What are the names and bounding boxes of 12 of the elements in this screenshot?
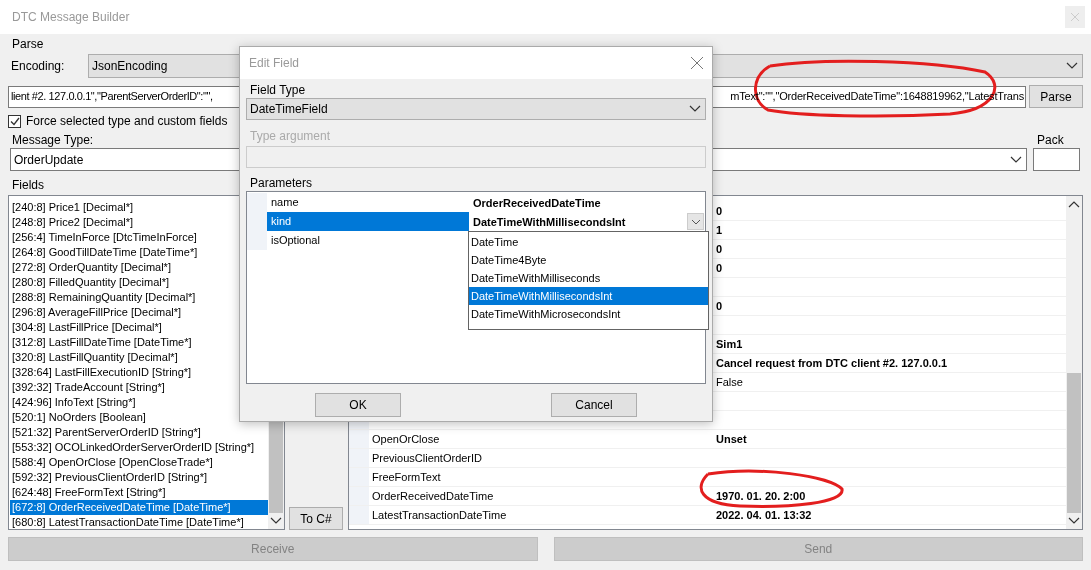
group-label: Fields — [11, 177, 44, 193]
group-label: Message Type: — [11, 132, 94, 148]
group-label: Pack — [1036, 132, 1064, 148]
dialog-title: Edit Field — [249, 55, 300, 72]
group-label: Parameters — [249, 175, 313, 191]
group-label: Parse — [11, 36, 44, 52]
input-text: lient #2. 127.0.0.1","ParentServerOrderID":"", — [10, 89, 213, 105]
group-label: Field Type — [249, 82, 306, 98]
group-label: Type argument — [249, 128, 331, 144]
checkbox-label: Force selected type and custom fields — [26, 113, 228, 130]
field-label: Encoding: — [10, 58, 66, 75]
window-title: DTC Message Builder — [12, 9, 130, 26]
